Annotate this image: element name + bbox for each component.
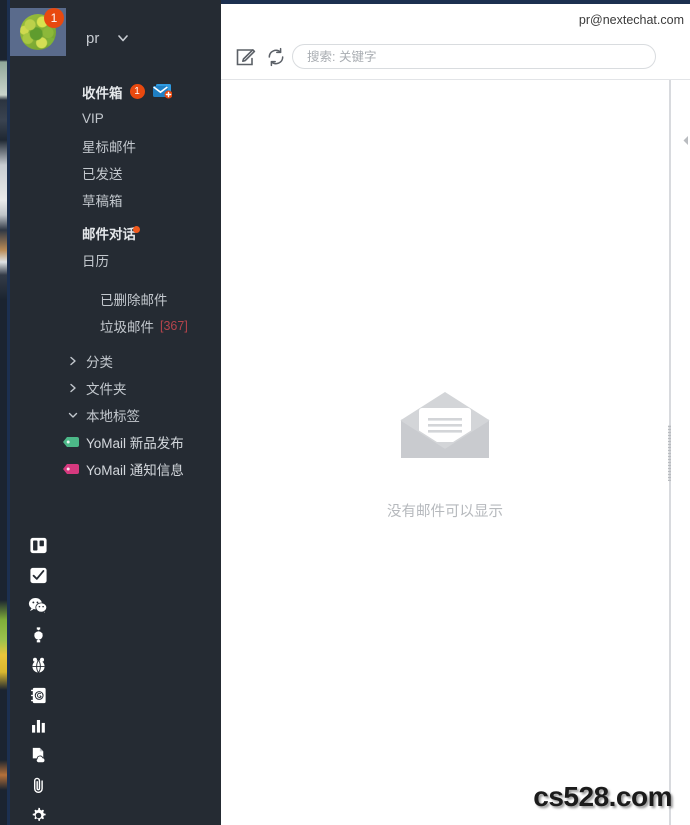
reading-pane — [671, 80, 690, 825]
sidebar-item-deleted[interactable]: 已删除邮件 — [10, 285, 221, 312]
account-bar: pr@nextechat.com — [221, 4, 690, 34]
sidebar-item-label: 收件箱 — [82, 85, 123, 101]
sidebar-item-label: 邮件对话 — [82, 226, 136, 242]
board-icon[interactable] — [10, 530, 66, 560]
account-email-label: pr@nextechat.com — [578, 13, 684, 27]
sidebar-item-label: 已发送 — [82, 166, 123, 182]
folder-list: 收件箱 1 VIP 星标邮件 已发送 草稿箱 邮件对话 日历 已删除邮件 垃圾邮… — [10, 78, 221, 482]
cloud-file-icon[interactable] — [10, 740, 66, 770]
sidebar-item-label: 已删除邮件 — [100, 292, 168, 308]
new-mail-icon[interactable] — [152, 83, 172, 102]
collapse-arrow-icon[interactable] — [682, 135, 689, 146]
chevron-right-icon — [68, 356, 78, 366]
sidebar-item-label: 日历 — [82, 253, 109, 269]
sidebar-group-folders[interactable]: 文件夹 — [10, 374, 221, 401]
background-window-sliver — [0, 0, 7, 825]
bar-chart-icon[interactable] — [10, 710, 66, 740]
task-checkbox-icon[interactable] — [10, 560, 66, 590]
sidebar-item-drafts[interactable]: 草稿箱 — [10, 186, 221, 213]
chevron-down-icon[interactable] — [116, 31, 130, 45]
mail-client-window: 1 pr 收件箱 1 VIP 星标邮件 已发送 草稿箱 邮件对话 日历 已删除邮… — [0, 0, 690, 825]
sidebar-item-sent[interactable]: 已发送 — [10, 159, 221, 186]
sidebar-group-label: 本地标签 — [86, 408, 140, 424]
search-input[interactable] — [293, 45, 655, 68]
sidebar-item-label: VIP — [82, 111, 104, 126]
sidebar-group-label: 分类 — [86, 354, 113, 370]
sidebar-item-label: 垃圾邮件 — [100, 319, 154, 335]
sidebar-item-starred[interactable]: 星标邮件 — [10, 132, 221, 159]
gear-icon[interactable] — [10, 800, 66, 825]
search-box[interactable] — [292, 44, 656, 69]
address-book-icon[interactable] — [10, 680, 66, 710]
sidebar-tag-label: YoMail 新品发布 — [86, 435, 184, 451]
chevron-right-icon — [68, 383, 78, 393]
tag-icon — [62, 435, 79, 449]
sidebar-item-inbox[interactable]: 收件箱 1 — [10, 78, 221, 105]
inbox-unread-badge: 1 — [129, 84, 145, 99]
paperclip-icon[interactable] — [10, 770, 66, 800]
junk-count: [367] — [160, 318, 188, 333]
wechat-icon[interactable] — [10, 590, 66, 620]
compose-icon[interactable] — [234, 46, 256, 68]
sidebar: 1 pr 收件箱 1 VIP 星标邮件 已发送 草稿箱 邮件对话 日历 已删除邮… — [10, 0, 221, 825]
sidebar-group-local-tags[interactable]: 本地标签 — [10, 401, 221, 428]
sidebar-tag-yomail-release[interactable]: YoMail 新品发布 — [10, 428, 221, 455]
chevron-down-icon — [68, 410, 78, 420]
account-row[interactable]: 1 pr — [10, 8, 221, 60]
watermark: cs528.com — [533, 781, 672, 812]
sidebar-item-conversations[interactable]: 邮件对话 — [10, 219, 221, 246]
group-globe-icon[interactable] — [10, 650, 66, 680]
sidebar-group-label: 文件夹 — [86, 381, 127, 397]
empty-state-text: 没有邮件可以显示 — [387, 504, 503, 520]
avatar-unread-badge: 1 — [44, 8, 64, 28]
sidebar-item-label: 星标邮件 — [82, 139, 136, 155]
sidebar-icon-rail — [10, 530, 221, 825]
account-name: pr — [86, 30, 100, 47]
sidebar-group-categories[interactable]: 分类 — [10, 347, 221, 374]
sidebar-tag-yomail-notice[interactable]: YoMail 通知信息 — [10, 455, 221, 482]
tag-icon — [62, 462, 79, 476]
mail-list-pane: 没有邮件可以显示 — [221, 80, 669, 825]
unread-dot-indicator — [133, 225, 140, 233]
mail-toolbar — [221, 34, 690, 80]
empty-state: 没有邮件可以显示 — [221, 390, 669, 521]
plugin-puzzle-icon[interactable] — [10, 620, 66, 650]
sidebar-item-label: 草稿箱 — [82, 193, 123, 209]
sidebar-item-junk[interactable]: 垃圾邮件 [367] — [10, 312, 221, 339]
sidebar-item-vip[interactable]: VIP — [10, 105, 221, 132]
sidebar-tag-label: YoMail 通知信息 — [86, 462, 184, 478]
refresh-icon[interactable] — [265, 46, 287, 68]
sidebar-item-calendar[interactable]: 日历 — [10, 246, 221, 273]
open-envelope-icon — [397, 390, 493, 462]
